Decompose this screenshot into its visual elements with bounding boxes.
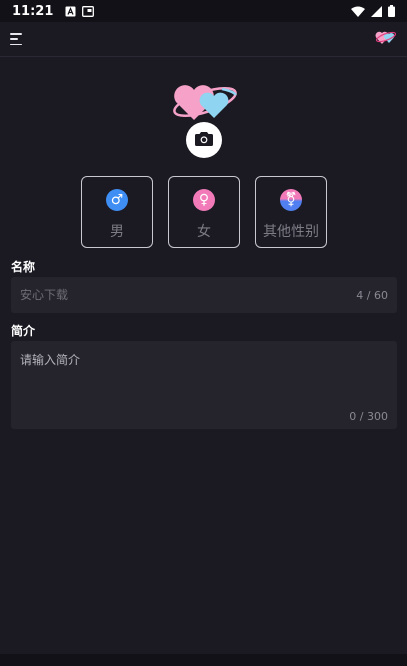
name-counter: 4 / 60 (356, 288, 388, 302)
gender-option-male[interactable]: ♂ 男 (81, 176, 153, 248)
gender-label: 男 (110, 224, 124, 240)
name-field: 4 / 60 (11, 277, 397, 313)
wifi-icon (351, 6, 365, 17)
name-input[interactable] (20, 288, 357, 302)
gender-option-female[interactable]: ♀ 女 (168, 176, 240, 248)
app-bar (0, 22, 407, 57)
battery-icon (388, 5, 395, 17)
bio-field: 0 / 300 (11, 341, 397, 429)
signal-icon (371, 5, 382, 17)
male-icon: ♂ (106, 189, 128, 211)
name-section-label: 名称 (11, 260, 36, 274)
bio-counter: 0 / 300 (349, 410, 388, 423)
camera-icon (195, 131, 213, 150)
gender-label: 女 (197, 224, 211, 240)
gender-option-other[interactable]: ⚧ 其他性别 (255, 176, 327, 248)
font-a-icon (65, 6, 76, 17)
hearts-logo-icon[interactable] (375, 29, 397, 49)
transgender-icon: ⚧ (280, 189, 302, 211)
system-nav-bar (0, 654, 407, 666)
bio-input[interactable] (20, 351, 388, 401)
gender-selector: ♂ 男 ♀ 女 ⚧ 其他性别 (81, 176, 327, 248)
bio-section-label: 简介 (11, 324, 36, 338)
camera-button[interactable] (186, 122, 222, 158)
status-time: 11:21 (12, 3, 54, 19)
menu-icon[interactable] (10, 33, 24, 45)
gender-label: 其他性别 (263, 224, 319, 240)
female-icon: ♀ (193, 189, 215, 211)
screenshot-icon (82, 5, 95, 17)
hearts-logo-icon (170, 80, 240, 124)
status-bar: 11:21 (0, 0, 407, 22)
